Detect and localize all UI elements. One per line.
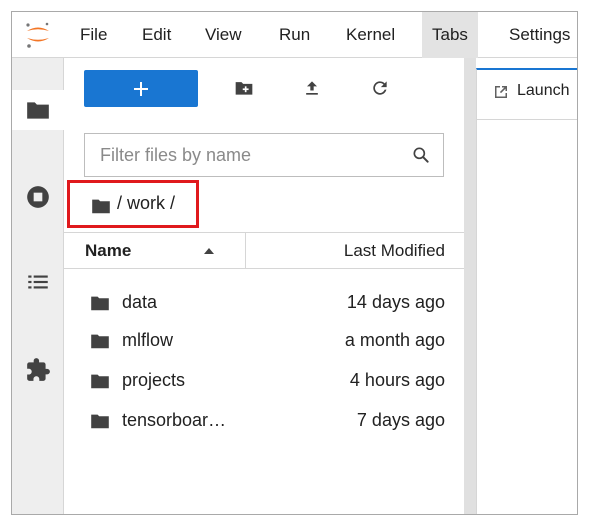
menu-tabs[interactable]: Tabs — [422, 12, 478, 58]
menu-file[interactable]: File — [70, 12, 117, 58]
file-modified: a month ago — [344, 330, 445, 350]
upload-button[interactable] — [296, 72, 328, 104]
column-modified-label: Last Modified — [343, 241, 445, 260]
list-item[interactable]: mlflow a month ago — [64, 322, 464, 360]
list-item[interactable]: tensorboar… 7 days ago — [64, 402, 464, 440]
column-name-label: Name — [85, 241, 132, 260]
main-tab-bar: Launch — [476, 58, 577, 120]
upload-icon — [306, 81, 318, 95]
table-of-contents-icon — [28, 275, 48, 289]
column-header-last-modified[interactable]: Last Modified — [247, 233, 464, 268]
jupyter-logo[interactable] — [12, 12, 66, 58]
tab-launcher[interactable]: Launch — [476, 68, 577, 120]
plus-icon — [134, 82, 148, 96]
file-modified: 4 hours ago — [349, 370, 445, 390]
left-activity-bar — [12, 58, 65, 514]
breadcrumb: / work / — [67, 180, 199, 228]
jupyterlab-window: File Edit View Run Kernel Tabs Settings — [11, 11, 578, 515]
folder-icon — [91, 296, 109, 311]
launcher-icon — [495, 86, 507, 98]
table-of-contents-tab[interactable] — [12, 262, 64, 302]
running-stop-icon — [27, 186, 49, 208]
file-browser-panel: / work / Name Last Modified data 14 days… — [64, 58, 464, 514]
breadcrumb-path[interactable]: / work / — [117, 193, 175, 214]
list-item[interactable]: projects 4 hours ago — [64, 362, 464, 400]
list-item[interactable]: data 14 days ago — [64, 284, 464, 322]
file-name: data — [122, 292, 158, 312]
tab-launcher-label: Launch — [517, 82, 570, 99]
folder-icon — [91, 334, 109, 349]
file-name: mlflow — [122, 330, 174, 350]
refresh-icon — [373, 81, 387, 95]
menu-kernel[interactable]: Kernel — [336, 12, 405, 58]
extension-manager-tab[interactable] — [12, 350, 64, 390]
file-browser-tab[interactable] — [12, 90, 65, 130]
launcher-content — [476, 120, 577, 514]
menu-edit[interactable]: Edit — [132, 12, 181, 58]
home-folder-icon[interactable] — [91, 198, 111, 214]
file-modified: 7 days ago — [356, 410, 445, 430]
menu-settings[interactable]: Settings — [499, 12, 577, 58]
file-name: tensorboar… — [122, 410, 227, 430]
folder-icon — [91, 374, 109, 389]
menu-run[interactable]: Run — [269, 12, 320, 58]
refresh-button[interactable] — [364, 72, 396, 104]
file-name: projects — [122, 370, 186, 390]
folder-icon — [91, 414, 109, 429]
new-launcher-button[interactable] — [84, 70, 198, 107]
search-icon — [413, 147, 429, 163]
new-folder-icon — [235, 82, 253, 95]
extension-puzzle-icon — [27, 358, 50, 381]
column-header-name[interactable]: Name — [64, 233, 246, 268]
filter-box — [84, 133, 444, 177]
listing-header: Name Last Modified — [64, 232, 464, 269]
panel-splitter[interactable] — [464, 58, 476, 514]
main-dock-area: Launch — [476, 58, 577, 514]
new-folder-button[interactable] — [228, 72, 260, 104]
filter-input[interactable] — [85, 134, 395, 176]
menu-view[interactable]: View — [195, 12, 252, 58]
folder-icon — [27, 102, 49, 119]
sort-ascending-icon — [204, 248, 214, 254]
file-modified: 14 days ago — [346, 292, 445, 312]
menu-bar: File Edit View Run Kernel Tabs Settings — [12, 12, 577, 58]
running-sessions-tab[interactable] — [12, 177, 64, 217]
